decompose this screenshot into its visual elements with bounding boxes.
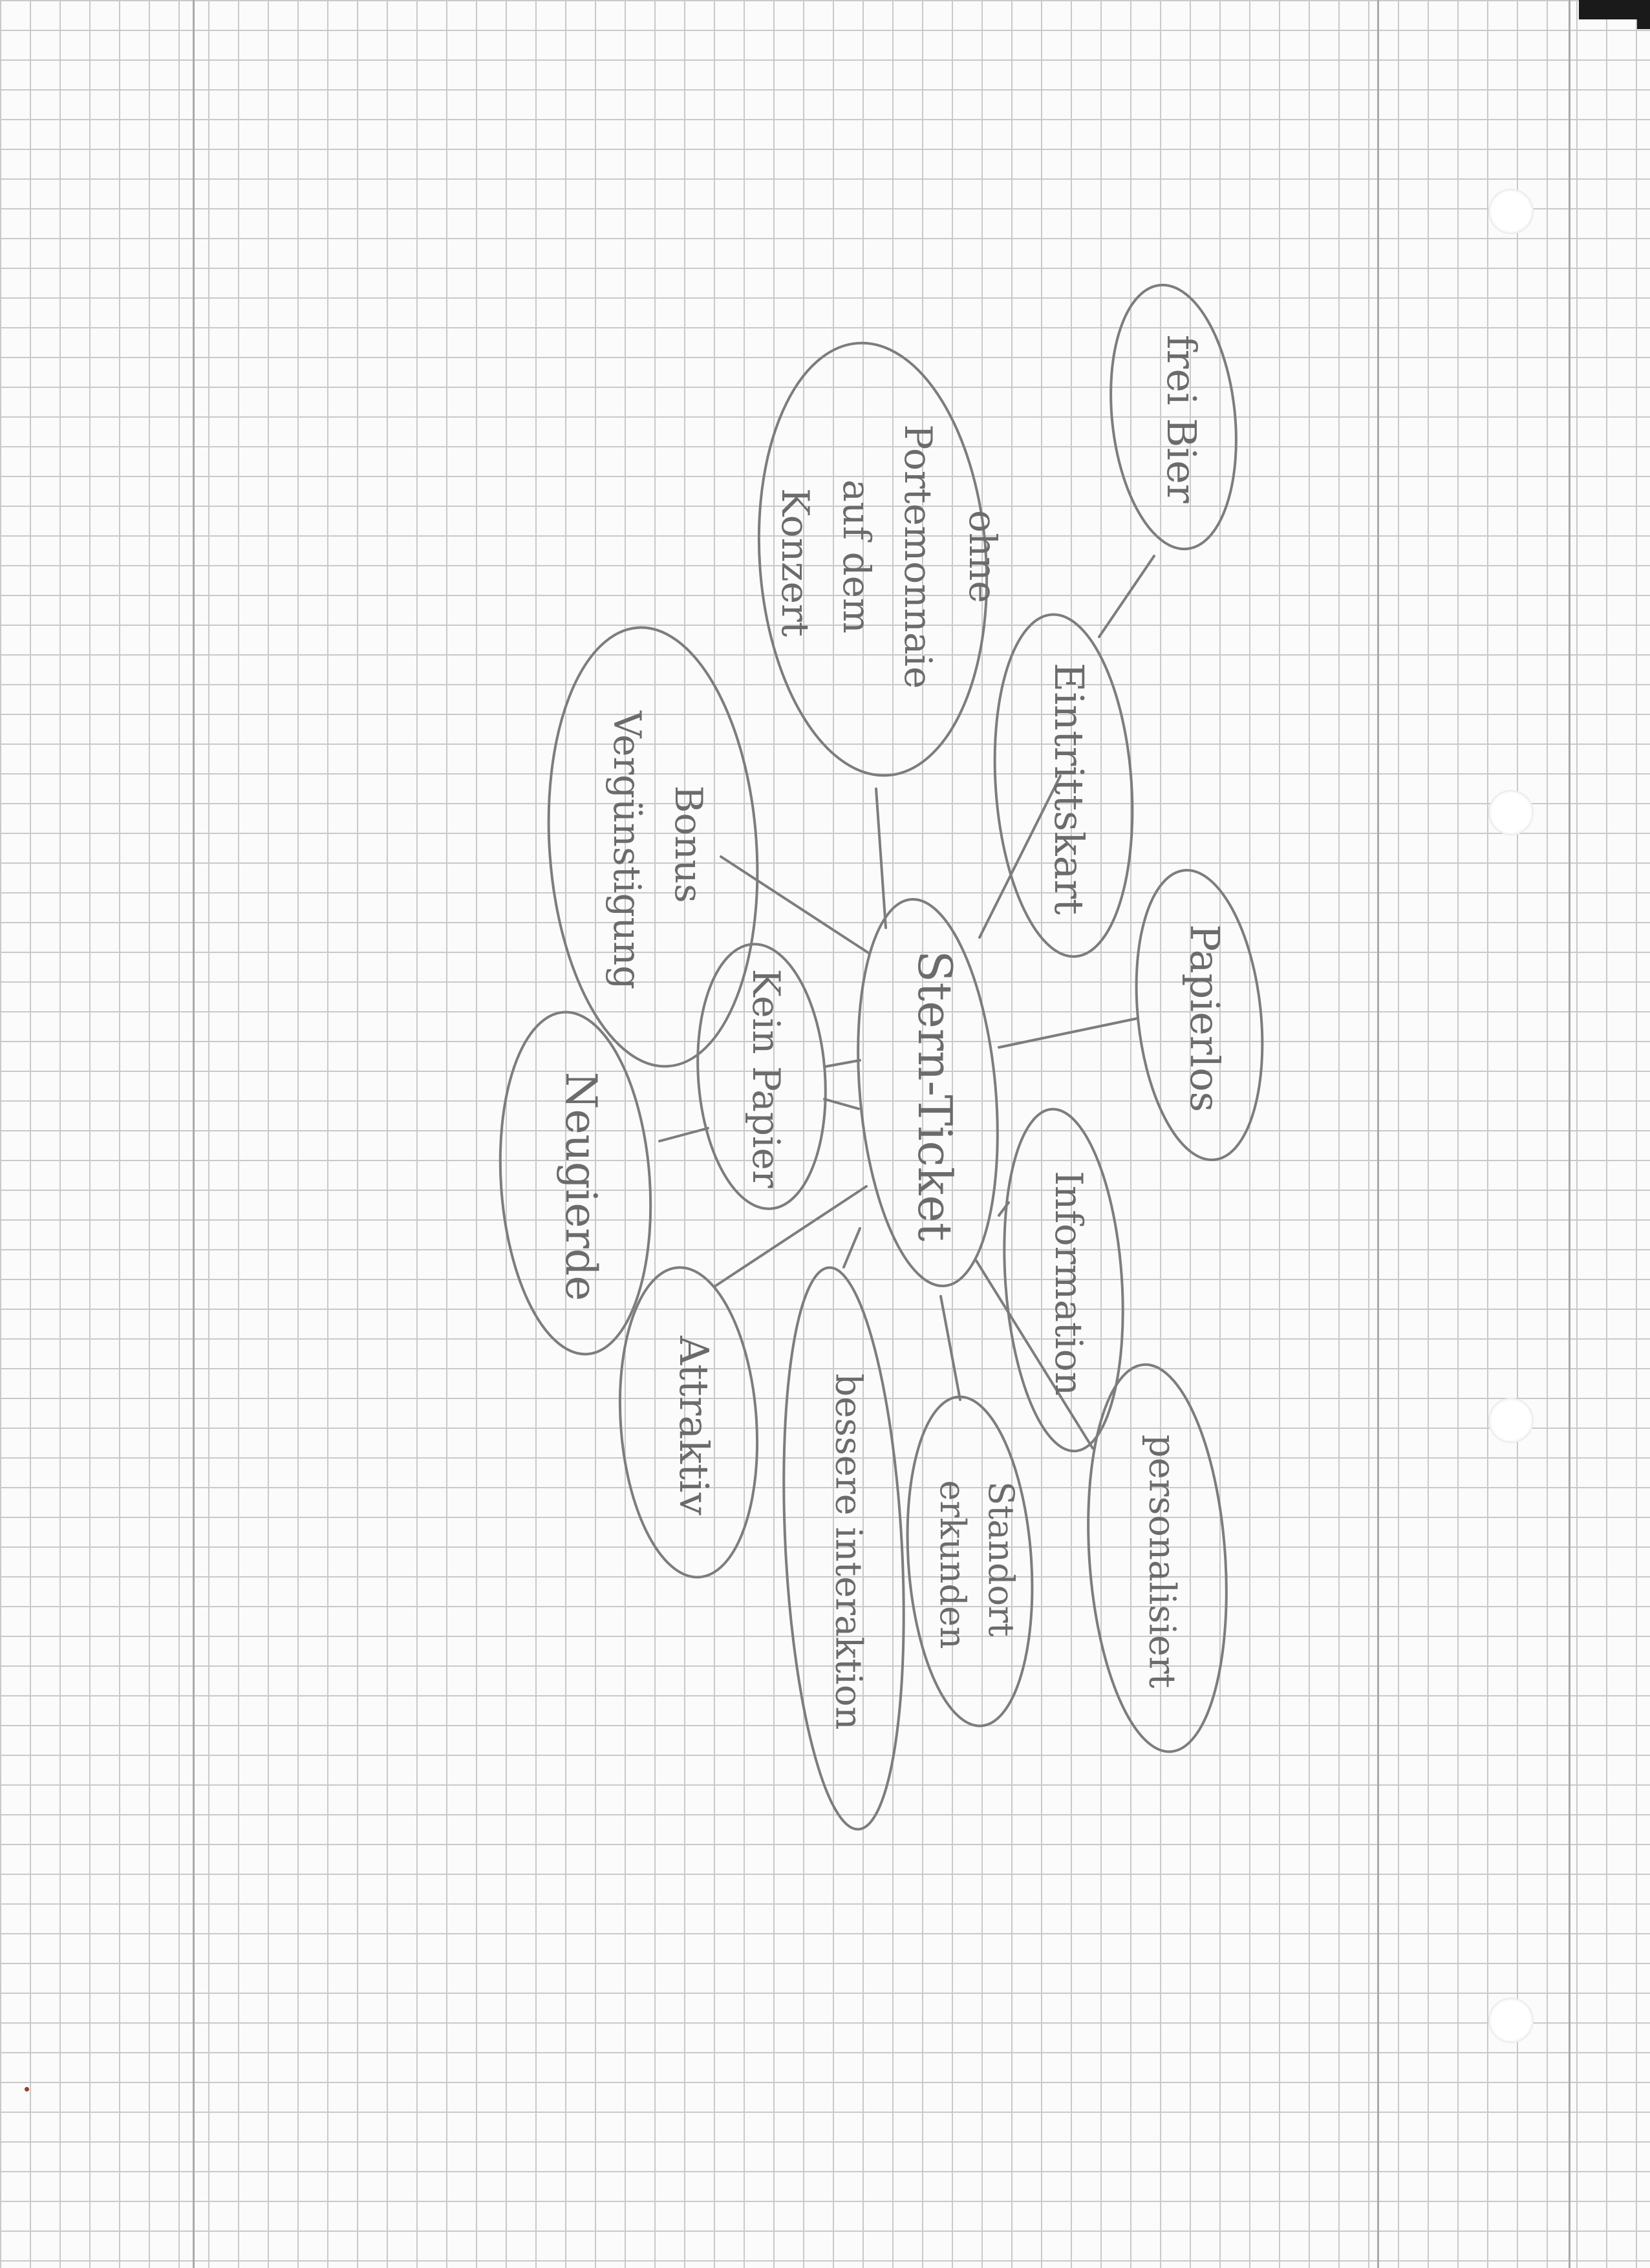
node-bonus: Bonus Vergünstigung [547, 626, 759, 1068]
node-label-line: Konzert [773, 488, 817, 637]
node-label: Standort erkunden [932, 1480, 1022, 1649]
connector-line [875, 787, 887, 929]
node-papierlos: Papierlos [1135, 869, 1264, 1161]
node-ohne-portemonnaie: ohne Portemonnaie auf dem Konzert [757, 341, 1005, 777]
node-label: bessere interaktion [828, 1373, 870, 1729]
connector-line [1098, 555, 1155, 638]
node-bessere-interaktion: bessere interaktion [782, 1266, 905, 1831]
connector-line [720, 855, 871, 955]
mind-map-diagram: frei Bier ohne Portemonnaie auf dem Konz… [498, 283, 1264, 1831]
node-center-stern-ticket: Stern-Ticket [857, 898, 999, 1287]
node-label: Eintrittskart [1045, 663, 1093, 915]
connector-line [823, 1098, 860, 1110]
connector-line [823, 1059, 861, 1068]
node-label-line: Portemonnaie [896, 424, 940, 689]
connector-line [939, 1295, 961, 1401]
node-label-line: Vergünstigung [605, 710, 649, 989]
node-frei-bier: frei Bier [1109, 283, 1238, 551]
node-label-line: erkunden [932, 1480, 973, 1649]
node-label-line: Bonus [667, 786, 711, 903]
node-label-line: ohne [961, 510, 1005, 603]
center-node-label: Stern-Ticket [908, 950, 962, 1241]
node-outline [547, 626, 759, 1068]
node-label-line: Standort [981, 1481, 1022, 1637]
node-eintrittskarte: Eintrittskart [993, 613, 1134, 958]
connector-line [658, 1127, 709, 1142]
node-label: personalisiert [1141, 1435, 1183, 1689]
node-label: Information [1047, 1171, 1091, 1396]
node-label: Papierlos [1181, 925, 1228, 1113]
node-label: Neugierde [556, 1072, 606, 1301]
node-kein-papier: Kein Papier [696, 943, 827, 1210]
connector-line [998, 1017, 1139, 1049]
node-label: Attraktiv [670, 1335, 718, 1515]
node-label-line: auf dem [835, 480, 879, 634]
node-label: Bonus Vergünstigung [605, 710, 711, 989]
node-personalisiert: personalisiert [1087, 1363, 1228, 1753]
node-label: Kein Papier [744, 968, 788, 1188]
node-label: frei Bier [1158, 335, 1205, 504]
connector-line [842, 1227, 861, 1268]
node-standort: Standort erkunden [906, 1395, 1034, 1728]
